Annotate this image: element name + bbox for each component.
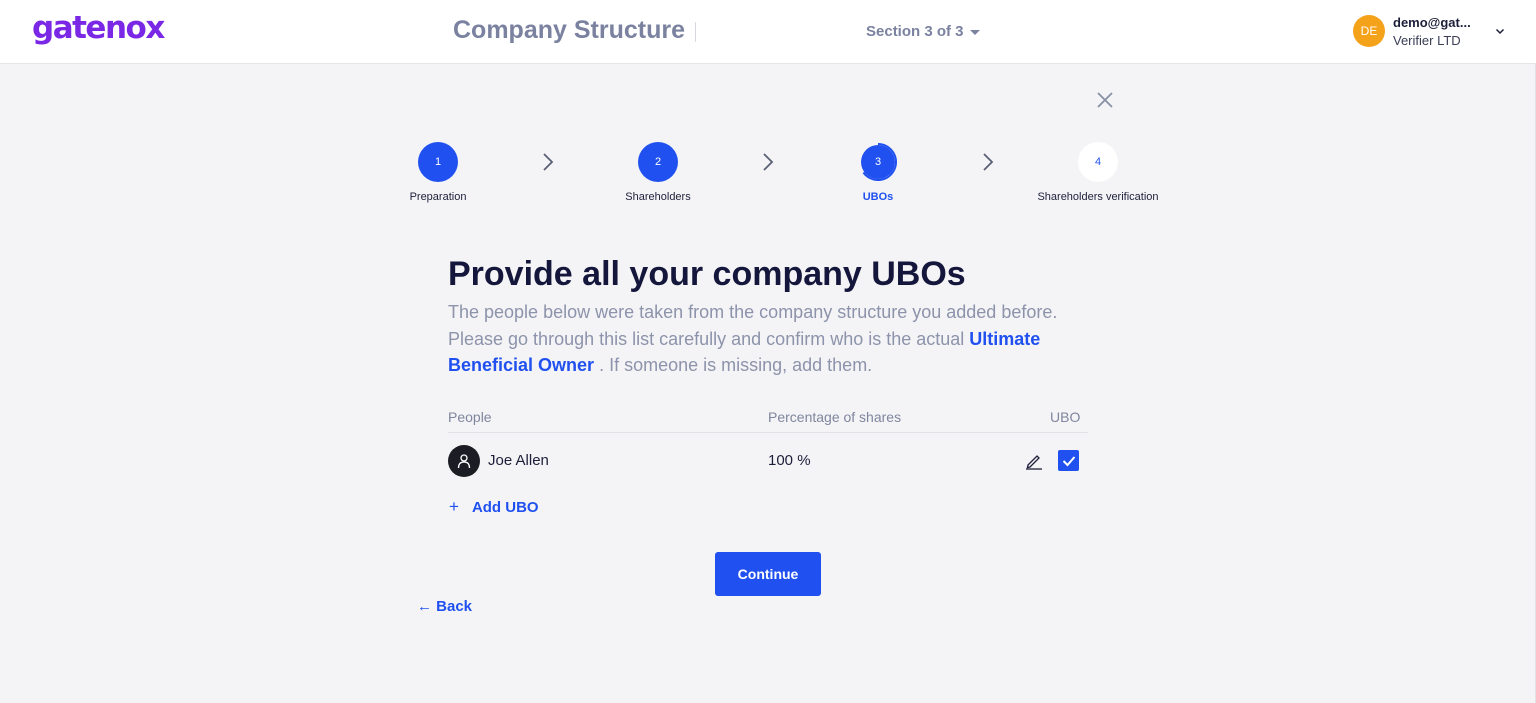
- step-number: 4: [1078, 142, 1118, 182]
- plus-icon: +: [449, 497, 459, 516]
- intro-text-part: The people below were taken from the com…: [448, 302, 1058, 349]
- step-number: 3: [861, 145, 895, 179]
- title-divider: [695, 22, 696, 42]
- column-header-shares: Percentage of shares: [768, 409, 902, 425]
- add-ubo-button[interactable]: + Add UBO: [449, 497, 539, 517]
- person-name: Joe Allen: [488, 452, 549, 469]
- step-shareholders-verification[interactable]: 4 Shareholders verification: [1008, 142, 1188, 203]
- section-selector[interactable]: Section 3 of 3: [866, 20, 980, 42]
- section-label: Section 3 of 3: [866, 22, 964, 40]
- chevron-right-icon: [763, 153, 774, 171]
- column-header-ubo: UBO: [1050, 409, 1081, 425]
- intro-text-part: . If someone is missing, add them.: [594, 355, 873, 375]
- step-shareholders[interactable]: 2 Shareholders: [568, 142, 748, 203]
- ubo-checkbox[interactable]: [1058, 450, 1079, 471]
- user-email: demo@gat...: [1393, 14, 1471, 30]
- logo[interactable]: gatenox: [32, 10, 165, 46]
- user-icon: [457, 454, 471, 469]
- shares-value: 100 %: [768, 452, 811, 469]
- chevron-right-icon: [543, 153, 554, 171]
- page-title: Company Structure: [453, 16, 685, 44]
- intro-text: The people below were taken from the com…: [448, 299, 1088, 379]
- table-divider: [448, 432, 1088, 433]
- step-label: UBOs: [862, 191, 894, 203]
- step-label: Shareholders verification: [1037, 191, 1159, 203]
- step-label: Shareholders: [625, 191, 691, 203]
- step-number: 1: [418, 142, 458, 182]
- caret-down-icon: [969, 29, 980, 35]
- heading: Provide all your company UBOs: [448, 255, 966, 293]
- back-link[interactable]: ← Back: [417, 598, 472, 615]
- avatar: DE: [1353, 15, 1385, 47]
- chevron-down-icon: [1495, 28, 1505, 35]
- chevron-right-icon: [983, 153, 994, 171]
- step-number: 2: [638, 142, 678, 182]
- pencil-icon[interactable]: [1025, 452, 1043, 470]
- person-avatar: [448, 445, 480, 477]
- user-info: demo@gat... Verifier LTD: [1393, 15, 1483, 48]
- user-menu[interactable]: DE demo@gat... Verifier LTD: [1353, 13, 1505, 49]
- top-bar: gatenox Company Structure Section 3 of 3…: [0, 0, 1536, 64]
- continue-button[interactable]: Continue: [715, 552, 821, 596]
- step-ubos[interactable]: 3 UBOs: [788, 142, 968, 203]
- close-icon[interactable]: [1095, 90, 1115, 110]
- user-company: Verifier LTD: [1393, 32, 1461, 48]
- step-preparation[interactable]: 1 Preparation: [348, 142, 528, 203]
- check-icon: [1062, 455, 1075, 466]
- column-header-people: People: [448, 409, 492, 425]
- step-label: Preparation: [409, 191, 467, 203]
- add-ubo-label: Add UBO: [471, 498, 539, 516]
